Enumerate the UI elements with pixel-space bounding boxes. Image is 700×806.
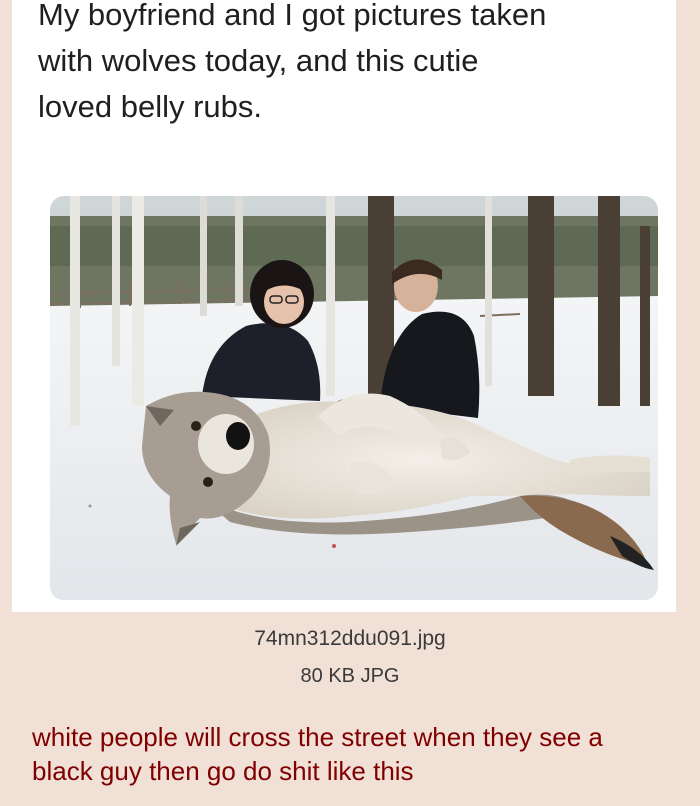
post-page: { "tweet": { "text": "My boyfriend and I… — [0, 0, 700, 806]
comment-text: white people will cross the street when … — [32, 722, 603, 786]
attachment-size: 80 KB JPG — [300, 665, 400, 687]
tweet-screenshot: My boyfriend and I got pictures taken wi… — [12, 0, 676, 612]
tweet-text: My boyfriend and I got pictures taken wi… — [38, 0, 547, 124]
attachment-filename[interactable]: 74mn312ddu091.jpg — [0, 626, 700, 652]
wolf-photo[interactable] — [50, 196, 658, 600]
